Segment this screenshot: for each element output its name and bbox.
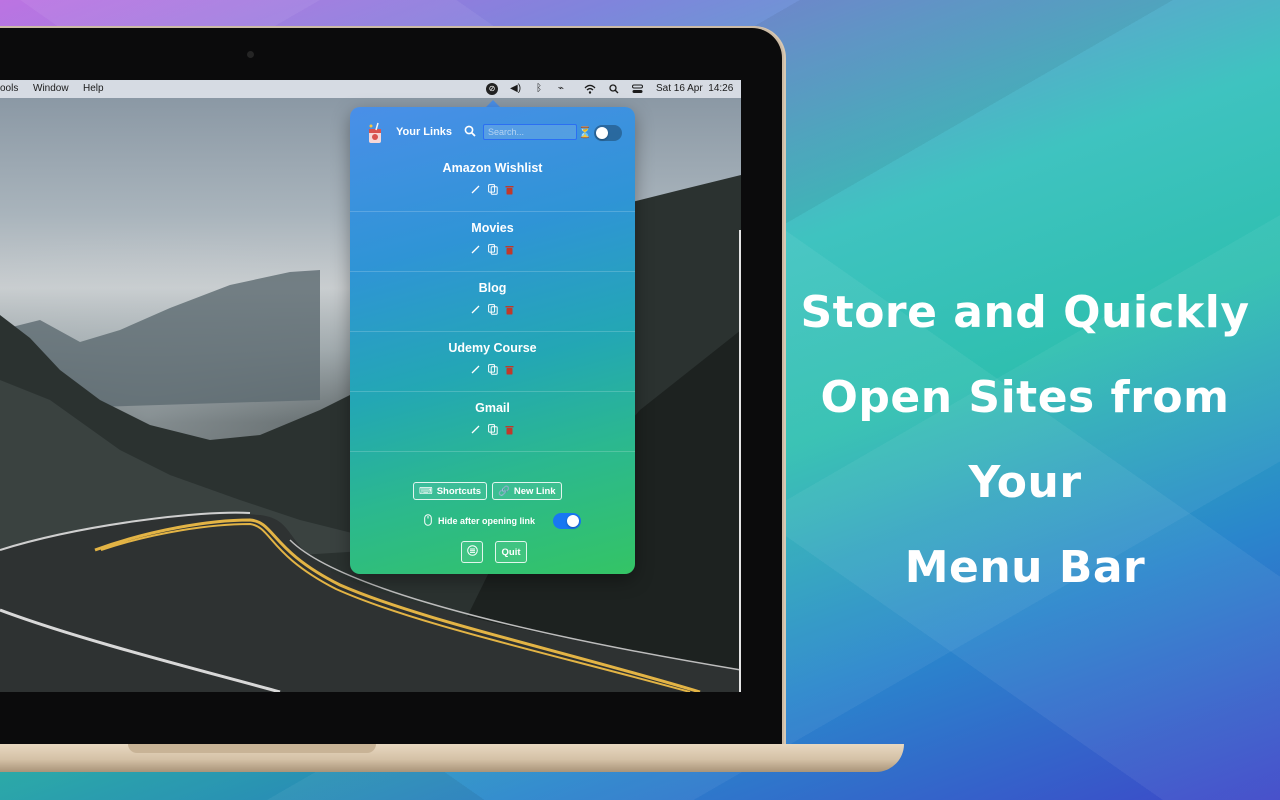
toggle-knob — [596, 127, 608, 139]
trash-icon[interactable] — [504, 244, 515, 255]
edit-icon[interactable] — [470, 424, 481, 435]
hide-after-opening-toggle[interactable] — [553, 513, 581, 529]
link-row[interactable]: Gmail — [350, 391, 635, 452]
promo-headline: Store and Quickly Open Sites from Your M… — [790, 270, 1260, 610]
menu-item-window[interactable]: Window — [33, 80, 69, 98]
edit-icon[interactable] — [470, 364, 481, 375]
trash-icon[interactable] — [504, 304, 515, 315]
status-item-app[interactable]: ⊘ — [486, 80, 498, 98]
edit-icon[interactable] — [470, 244, 481, 255]
link-name[interactable]: Gmail — [350, 401, 635, 415]
wifi-icon[interactable] — [584, 80, 596, 98]
links-popover: Your Links ⏳ Amazon Wishlist Movies Blog Ud… — [350, 107, 635, 574]
battery-icon[interactable]: ⌁ — [558, 80, 564, 98]
menu-button[interactable] — [461, 541, 483, 563]
clock[interactable]: Sat 16 Apr 14:26 — [656, 80, 733, 98]
search-input[interactable] — [483, 124, 577, 140]
copy-icon[interactable] — [487, 364, 498, 375]
edit-icon[interactable] — [470, 184, 481, 195]
edit-icon[interactable] — [470, 304, 481, 315]
shortcuts-button[interactable]: ⌨ Shortcuts — [413, 482, 488, 500]
popover-header: Your Links ⏳ — [350, 119, 635, 149]
hide-after-opening-row: Hide after opening link — [424, 512, 535, 530]
volume-icon[interactable]: ◀) — [510, 80, 521, 98]
copy-icon[interactable] — [487, 424, 498, 435]
menu-item-help[interactable]: Help — [83, 80, 104, 98]
link-name[interactable]: Movies — [350, 221, 635, 235]
bluetooth-icon[interactable]: ᛒ — [536, 80, 542, 98]
popover-caret — [486, 100, 500, 107]
link-actions — [350, 424, 635, 435]
link-app-icon: ⊘ — [486, 83, 498, 95]
link-icon: 🔗 — [498, 485, 510, 497]
link-name[interactable]: Amazon Wishlist — [350, 161, 635, 175]
trash-icon[interactable] — [504, 424, 515, 435]
laptop-notch — [128, 744, 376, 753]
new-link-button[interactable]: 🔗 New Link — [492, 482, 562, 500]
link-row[interactable]: Udemy Course — [350, 331, 635, 392]
spotlight-icon[interactable] — [609, 80, 619, 98]
promo-line-3: Menu Bar — [904, 542, 1146, 593]
camera-icon — [247, 51, 254, 58]
control-center-icon[interactable] — [632, 80, 643, 98]
new-link-label: New Link — [513, 485, 556, 497]
link-actions — [350, 184, 635, 195]
shortcuts-label: Shortcuts — [436, 485, 482, 497]
promo-line-2: Open Sites from Your — [820, 372, 1230, 508]
popover-title: Your Links — [396, 126, 453, 138]
copy-icon[interactable] — [487, 304, 498, 315]
link-name[interactable]: Blog — [350, 281, 635, 295]
link-row[interactable]: Blog — [350, 271, 635, 332]
mouse-icon — [424, 514, 432, 528]
trash-icon[interactable] — [504, 184, 515, 195]
quit-button[interactable]: Quit — [495, 541, 527, 563]
hide-after-opening-label: Hide after opening link — [438, 516, 536, 526]
hourglass-icon[interactable]: ⏳ — [578, 126, 592, 139]
link-actions — [350, 304, 635, 315]
menu-item-tools[interactable]: ools — [0, 80, 18, 98]
clock-text: Sat 16 Apr 14:26 — [656, 83, 734, 94]
header-toggle[interactable] — [594, 125, 622, 141]
list-circle-icon — [466, 545, 478, 559]
search-icon — [464, 124, 476, 142]
app-logo-icon — [364, 122, 386, 146]
keyboard-icon: ⌨ — [419, 485, 433, 497]
link-name[interactable]: Udemy Course — [350, 341, 635, 355]
screen-bezel — [0, 692, 741, 718]
link-actions — [350, 244, 635, 255]
promo-line-1: Store and Quickly — [800, 287, 1250, 338]
trash-icon[interactable] — [504, 364, 515, 375]
mac-menu-bar: ools Window Help ⊘ ◀) ᛒ ⌁ Sat 16 Apr 14:… — [0, 80, 741, 98]
copy-icon[interactable] — [487, 244, 498, 255]
link-row[interactable]: Movies — [350, 211, 635, 272]
toggle-knob — [567, 515, 579, 527]
copy-icon[interactable] — [487, 184, 498, 195]
link-actions — [350, 364, 635, 375]
link-row[interactable]: Amazon Wishlist — [350, 151, 635, 212]
quit-label: Quit — [501, 546, 521, 558]
